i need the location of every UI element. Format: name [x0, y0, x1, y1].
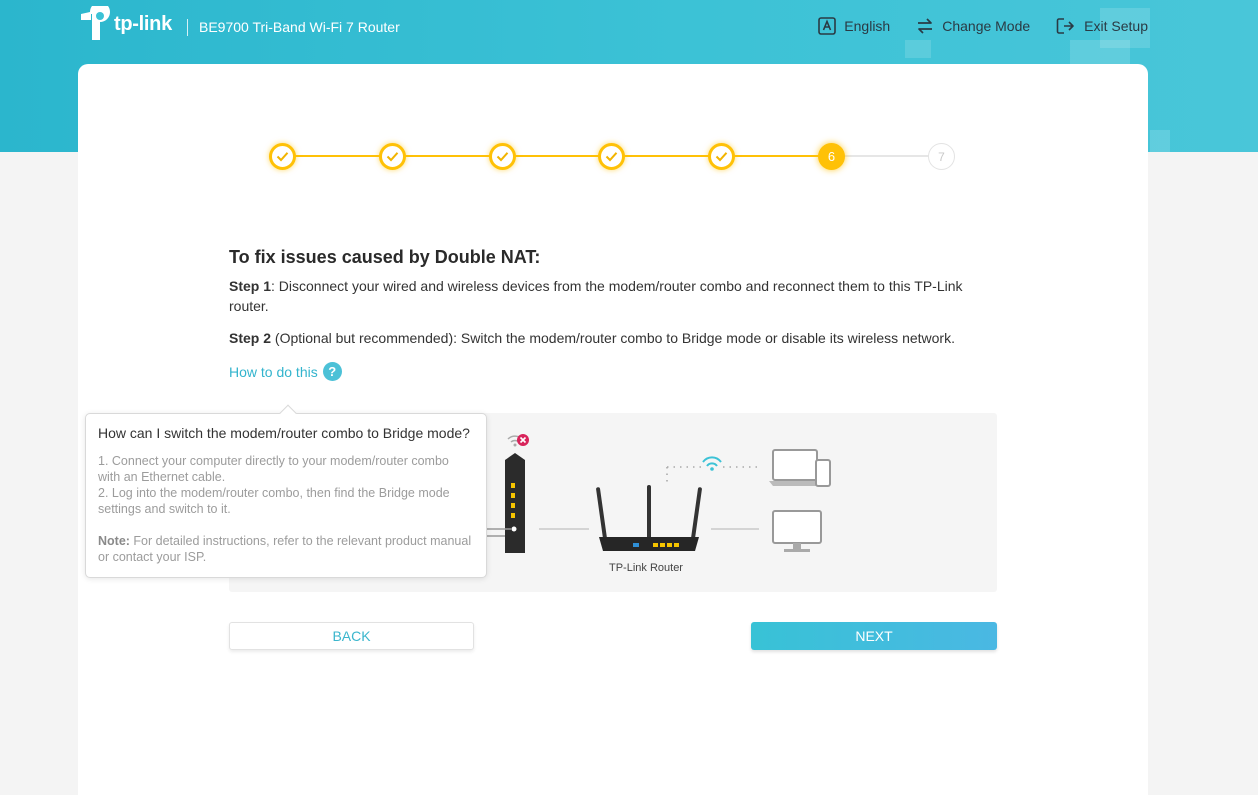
step-7-pending: 7: [928, 143, 955, 170]
step-1-done: [269, 143, 296, 170]
check-icon: [496, 152, 509, 162]
step-1-text: : Disconnect your wired and wireless dev…: [229, 278, 963, 314]
exit-icon: [1056, 18, 1074, 34]
top-bar: tp-link BE9700 Tri-Band Wi-Fi 7 Router E…: [0, 0, 1258, 56]
page-title: To fix issues caused by Double NAT:: [229, 247, 541, 267]
popover-title: How can I switch the modem/router combo …: [98, 425, 470, 441]
check-icon: [276, 152, 289, 162]
step-3-done: [489, 143, 516, 170]
help-icon[interactable]: ?: [322, 362, 342, 381]
popover-note: Note: For detailed instructions, refer t…: [98, 533, 474, 565]
header-divider: [187, 19, 188, 36]
step-1-label: Step 1: [229, 278, 272, 294]
desktop-monitor-icon: [772, 510, 822, 552]
check-icon: [605, 152, 618, 162]
tp-link-router-icon: [596, 485, 702, 551]
popover-instruction-2: 2. Log into the modem/router combo, then…: [98, 486, 450, 516]
popover-note-label: Note:: [98, 534, 130, 548]
language-label: English: [844, 18, 891, 34]
change-mode-button[interactable]: Change Mode: [916, 17, 1030, 35]
step-1-paragraph: Step 1: Disconnect your wired and wirele…: [229, 276, 989, 316]
brand-name: tp-link: [114, 12, 172, 35]
wifi-signal-icon: [666, 456, 759, 483]
bridge-mode-help-popover: How can I switch the modem/router combo …: [85, 404, 487, 578]
header-actions: English Change Mode Exit Setup: [818, 17, 1148, 35]
step-5-done: [708, 143, 735, 170]
popover-instruction-1: 1. Connect your computer directly to you…: [98, 454, 449, 484]
tp-link-logo-icon: [81, 6, 110, 40]
step-2-label: Step 2: [229, 330, 272, 346]
language-selector[interactable]: English: [818, 17, 890, 35]
wifi-disabled-icon: [507, 434, 529, 447]
how-to-link[interactable]: How to do this ?: [229, 362, 342, 381]
change-mode-icon: [918, 18, 933, 34]
change-mode-label: Change Mode: [942, 18, 1031, 34]
stepper-remaining-line: [832, 155, 942, 157]
tp-link-logo: tp-link: [78, 6, 172, 42]
stepper-progress-line: [282, 155, 832, 157]
next-button[interactable]: NEXT: [751, 622, 997, 650]
step-6-current: 6: [818, 143, 845, 170]
modem-router-combo-icon: [487, 453, 525, 553]
popover-note-text: For detailed instructions, refer to the …: [98, 534, 472, 564]
router-label: TP-Link Router: [609, 562, 683, 574]
back-button[interactable]: BACK: [229, 622, 474, 650]
step-2-text: (Optional but recommended): Switch the m…: [271, 330, 955, 346]
how-to-label: How to do this: [229, 363, 318, 380]
setup-stepper: 6 7: [268, 142, 958, 172]
product-name: BE9700 Tri-Band Wi-Fi 7 Router: [199, 19, 400, 35]
step-4-done: [598, 143, 625, 170]
check-icon: [386, 152, 399, 162]
laptop-icon: [769, 449, 831, 487]
check-icon: [715, 152, 728, 162]
exit-setup-label: Exit Setup: [1084, 18, 1148, 34]
step-2-paragraph: Step 2 (Optional but recommended): Switc…: [229, 328, 989, 348]
exit-setup-button[interactable]: Exit Setup: [1056, 17, 1148, 35]
step-2-done: [379, 143, 406, 170]
language-icon: [818, 17, 837, 35]
